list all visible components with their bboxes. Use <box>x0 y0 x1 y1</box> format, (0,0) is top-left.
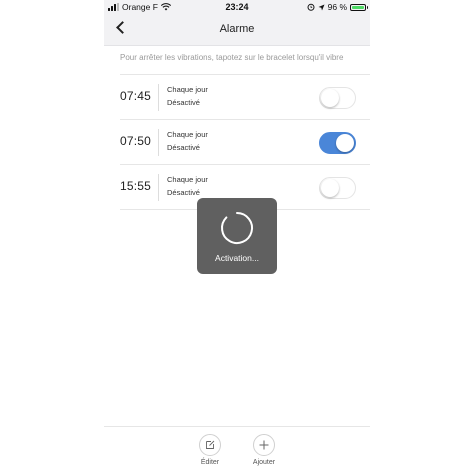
edit-button[interactable]: Éditer <box>190 434 230 466</box>
overlay-label: Activation... <box>215 253 259 263</box>
alarm-repeat: Chaque jour <box>167 85 208 94</box>
toggle-knob <box>336 133 354 152</box>
alarm-row[interactable]: 07:50 Chaque jour Désactivé <box>104 120 370 165</box>
alarm-toggle[interactable] <box>319 132 356 154</box>
alarm-time: 07:45 <box>120 89 152 103</box>
add-button[interactable]: Ajouter <box>244 434 284 466</box>
add-icon-circle <box>253 434 275 456</box>
edit-icon-circle <box>199 434 221 456</box>
divider <box>158 174 159 201</box>
toggle-knob <box>320 88 339 107</box>
nav-bar: Alarme <box>104 14 370 46</box>
edit-label: Éditer <box>200 459 220 466</box>
alarm-state: Désactivé <box>167 188 200 197</box>
plus-icon <box>259 440 269 450</box>
alarm-clock-icon <box>307 3 315 11</box>
battery-icon <box>350 3 368 11</box>
alarm-state: Désactivé <box>167 98 200 107</box>
bottom-toolbar: Éditer Ajouter <box>104 426 370 474</box>
status-bar: Orange F 23:24 96 % <box>104 0 370 14</box>
divider <box>158 84 159 111</box>
vibration-hint: Pour arrêter les vibrations, tapotez sur… <box>120 53 344 62</box>
alarm-toggle[interactable] <box>319 177 356 199</box>
status-right: 96 % <box>307 2 368 12</box>
divider <box>158 129 159 156</box>
alarm-row[interactable]: 07:45 Chaque jour Désactivé <box>104 75 370 120</box>
location-arrow-icon <box>318 4 325 10</box>
alarm-time: 07:50 <box>120 134 152 148</box>
add-label: Ajouter <box>252 459 276 466</box>
spinner-icon <box>221 212 253 244</box>
edit-icon <box>206 440 215 449</box>
alarm-toggle[interactable] <box>319 87 356 109</box>
page-title: Alarme <box>219 23 255 35</box>
phone-screen: Orange F 23:24 96 % Alarme Pour arrêter … <box>104 0 370 474</box>
activation-overlay: Activation... <box>197 198 277 274</box>
alarm-repeat: Chaque jour <box>167 130 208 139</box>
battery-percent: 96 % <box>327 2 347 12</box>
alarm-time: 15:55 <box>120 179 152 193</box>
alarm-repeat: Chaque jour <box>167 175 208 184</box>
alarm-state: Désactivé <box>167 143 200 152</box>
toggle-knob <box>320 178 339 197</box>
